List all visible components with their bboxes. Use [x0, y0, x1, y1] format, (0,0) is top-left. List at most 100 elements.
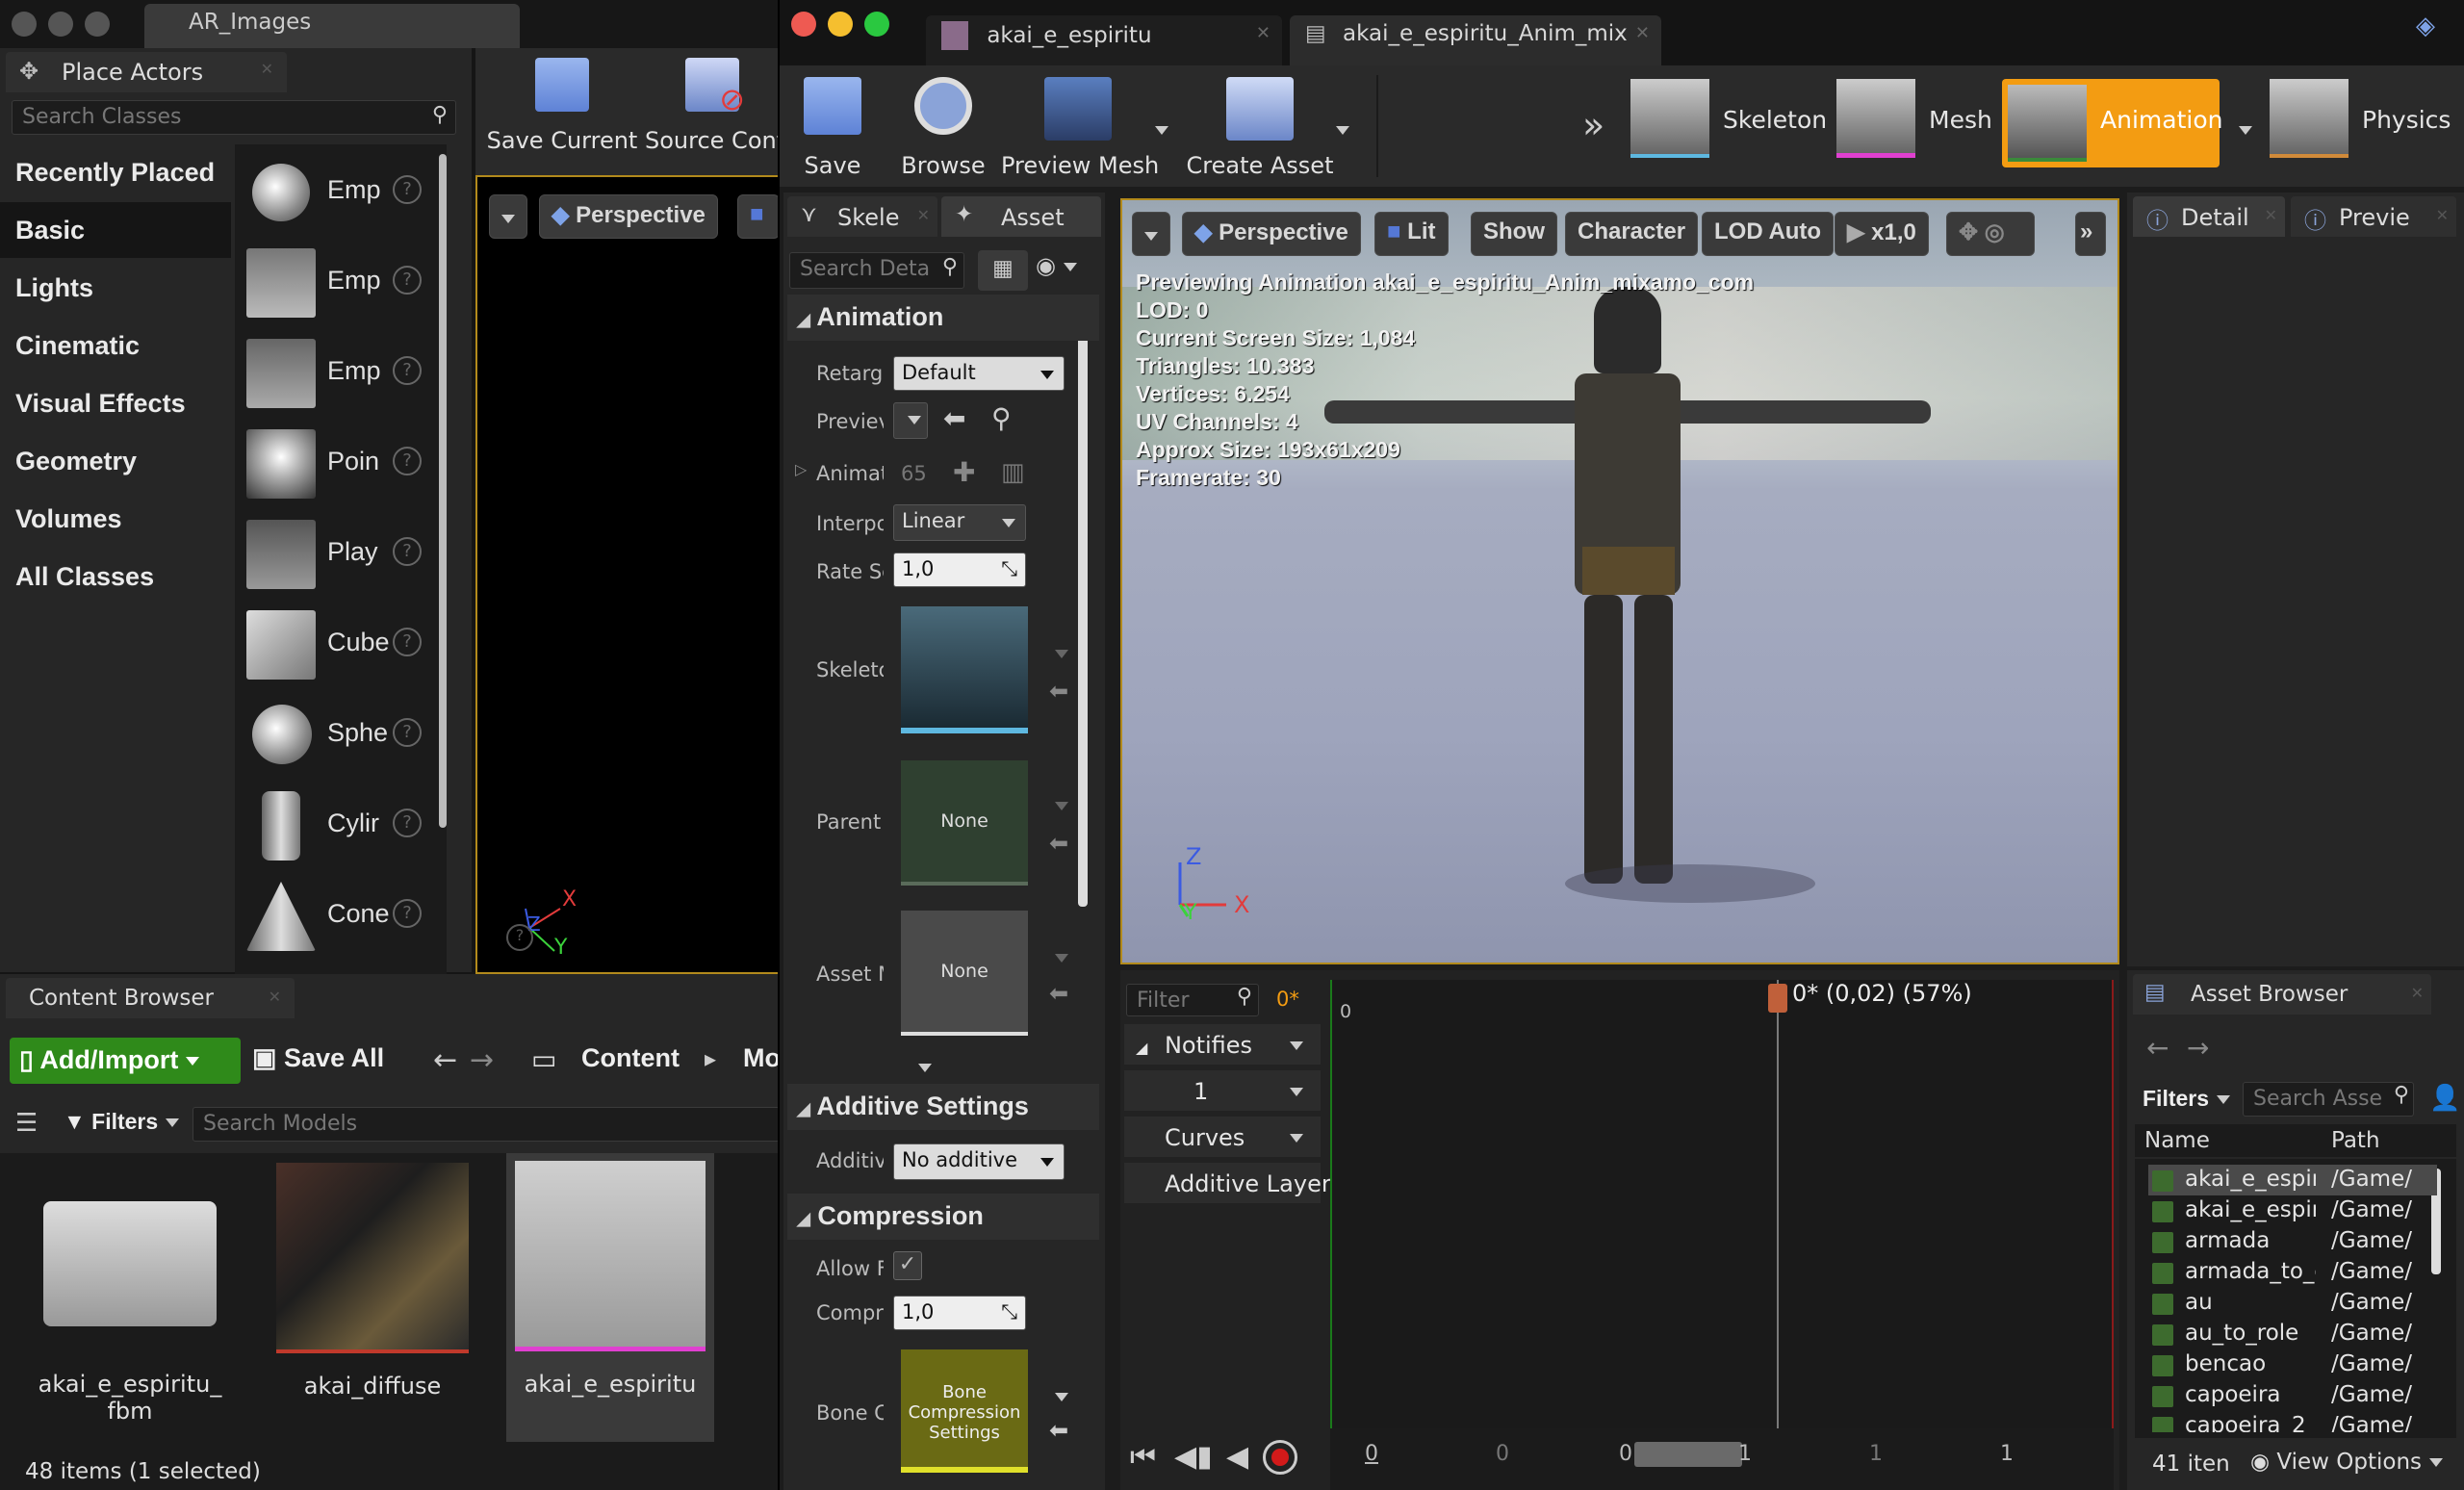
tab-close-icon[interactable]: ✕ [1256, 23, 1270, 43]
create-asset-button[interactable]: Create Asset [1178, 77, 1342, 179]
notifies-track[interactable]: ◢ Notifies [1124, 1024, 1321, 1065]
source-control-button[interactable]: ⊘ Source Cont [645, 58, 780, 164]
combo-arrow-icon[interactable] [1047, 793, 1068, 818]
add-import-button[interactable]: ▯ Add/Import [10, 1038, 241, 1084]
tab-skeletal-mesh[interactable]: akai_e_espiritu ✕ [926, 15, 1282, 65]
zoom-window-button[interactable] [85, 12, 110, 37]
lit-button[interactable]: ■ Lit [1374, 212, 1449, 256]
playhead-handle[interactable] [1767, 984, 1787, 1013]
combo-arrow-icon[interactable] [1047, 1384, 1068, 1409]
notify-track-1[interactable]: 1 [1124, 1070, 1321, 1111]
view-options-button[interactable]: ◉ View Options [2250, 1450, 2444, 1475]
category-lights[interactable]: Lights [0, 260, 231, 316]
save-all-button[interactable]: ▣ Save All [252, 1043, 384, 1086]
content-browser-close-icon[interactable]: ✕ [269, 988, 281, 1006]
back-arrow-icon[interactable]: ← [433, 1043, 457, 1077]
timeline-filter-input[interactable]: Filter ⚲ [1126, 984, 1259, 1016]
allow-frame-stripping-checkbox[interactable]: ✓ [893, 1251, 922, 1280]
asset-browser-tab[interactable]: ▤ Asset Browser ✕ [2133, 974, 2431, 1015]
help-icon[interactable]: ? [393, 899, 422, 928]
show-button[interactable]: Show [1471, 212, 1557, 256]
sources-toggle-icon[interactable]: ☰ [15, 1109, 38, 1138]
preview-mesh-dropdown-icon[interactable] [1147, 117, 1168, 142]
details-scrollbar[interactable] [1078, 300, 1088, 907]
mode-skeleton-button[interactable]: Skeleton [1630, 79, 1871, 166]
use-selected-arrow-icon[interactable]: ⬅ [1049, 1417, 1068, 1444]
asset-row[interactable]: armada_to_e/Game/ [2148, 1257, 2437, 1288]
timeline-playhead[interactable]: 0* (0,02) (57%) [1767, 980, 1972, 1428]
level-viewport[interactable]: ◆ Perspective ■ X Y Z ? [475, 175, 780, 974]
asset-row[interactable]: capoeira_2/Game/ [2148, 1411, 2437, 1432]
skeleton-asset-thumb[interactable] [901, 606, 1028, 733]
compression-ratio-input[interactable]: 1,0 ⤡ [893, 1296, 1026, 1330]
mode-mesh-button[interactable]: Mesh [1836, 79, 1992, 166]
use-selected-arrow-icon[interactable]: ⬅ [1049, 678, 1068, 705]
viewport-more-button[interactable]: » [2075, 212, 2106, 256]
asset-filters-button[interactable]: Filters [2143, 1086, 2231, 1112]
tab-close-icon[interactable]: ✕ [2411, 984, 2424, 1002]
viewport-options-dropdown[interactable] [489, 194, 527, 239]
actor-item-cube[interactable]: Cube? [246, 606, 439, 683]
help-corner-icon[interactable]: ◈ [2416, 12, 2435, 40]
tab-close-icon[interactable]: ✕ [2265, 206, 2277, 224]
retarget-select[interactable]: Default [893, 356, 1065, 391]
actor-item-sphere[interactable]: Sphe? [246, 697, 439, 774]
help-icon[interactable]: ? [506, 924, 533, 951]
help-icon[interactable]: ? [393, 266, 422, 295]
filters-button[interactable]: ▼ Filters [64, 1109, 180, 1135]
tab-close-icon[interactable]: ✕ [2436, 206, 2449, 224]
transform-toolbar[interactable]: ✥ ◎ [1946, 212, 2035, 256]
asset-row[interactable]: capoeira/Game/ [2148, 1380, 2437, 1411]
search-models-input[interactable]: Search Models [192, 1107, 780, 1142]
actor-item-empty-character[interactable]: Emp? [246, 244, 439, 321]
help-icon[interactable]: ? [393, 537, 422, 566]
additive-layer-track[interactable]: Additive Layer [1124, 1163, 1331, 1203]
skip-to-start-icon[interactable]: ⏮ [1130, 1440, 1156, 1474]
step-back-icon[interactable]: ◀▮ [1174, 1440, 1213, 1474]
playback-speed-button[interactable]: ▶ x1,0 [1835, 212, 1929, 256]
asset-details-tab[interactable]: ✦ Asset [941, 196, 1101, 237]
asset-row[interactable]: au/Game/ [2148, 1288, 2437, 1319]
use-selected-arrow-icon[interactable]: ⬅ [1049, 830, 1068, 857]
use-selected-arrow-icon[interactable]: ⬅ [1049, 980, 1068, 1007]
category-visual-effects[interactable]: Visual Effects [0, 375, 231, 431]
path-models-crumb[interactable]: Mo [743, 1043, 781, 1073]
search-icon[interactable]: ⚲ [991, 402, 1012, 434]
path-content-crumb[interactable]: Content [581, 1043, 680, 1073]
place-actors-tab[interactable]: ✥ Place Actors ✕ [6, 52, 287, 92]
tab-close-icon[interactable]: ✕ [917, 206, 930, 224]
close-window-button[interactable] [791, 12, 816, 37]
category-recently-placed[interactable]: Recently Placed [0, 144, 231, 200]
help-icon[interactable]: ? [393, 718, 422, 747]
additive-type-select[interactable]: No additive [893, 1143, 1065, 1180]
skeleton-tree-tab[interactable]: ⋎ Skelet ✕ [787, 196, 937, 237]
compression-section-header[interactable]: ◢ Compression [787, 1194, 1099, 1240]
combo-arrow-icon[interactable] [1047, 641, 1068, 666]
browse-button[interactable]: Browse [886, 77, 1001, 179]
add-icon[interactable]: ✚ [953, 456, 975, 488]
category-cinematic[interactable]: Cinematic [0, 318, 231, 373]
help-icon[interactable]: ? [393, 175, 422, 204]
forward-arrow-icon[interactable]: → [2187, 1032, 2209, 1064]
expand-arrow-icon[interactable]: ▷ [795, 460, 807, 478]
advanced-expand-icon[interactable] [918, 1055, 932, 1080]
actor-item-empty-actor[interactable]: Emp? [246, 154, 439, 231]
eye-visibility-icon[interactable]: ◉ [1036, 252, 1077, 279]
additive-settings-section-header[interactable]: ◢ Additive Settings [787, 1084, 1099, 1130]
lit-button[interactable]: ■ [737, 194, 780, 239]
category-geometry[interactable]: Geometry [0, 433, 231, 489]
zoom-window-button[interactable] [864, 12, 889, 37]
category-volumes[interactable]: Volumes [0, 491, 231, 547]
actor-item-player-start[interactable]: Play? [246, 516, 439, 593]
asset-row[interactable]: akai_e_espirit/Game/ [2148, 1195, 2437, 1226]
preview-settings-tab[interactable]: ⓘ Previe ✕ [2291, 196, 2456, 237]
property-matrix-button[interactable]: ▦ [978, 250, 1028, 291]
combo-arrow-icon[interactable] [1047, 945, 1068, 970]
close-window-button[interactable] [12, 12, 37, 37]
help-icon[interactable]: ? [393, 628, 422, 656]
asset-row[interactable]: armada/Game/ [2148, 1226, 2437, 1257]
tab-close-icon[interactable]: ✕ [1635, 23, 1650, 43]
range-scrollbar[interactable] [1634, 1442, 1742, 1467]
minimize-window-button[interactable] [828, 12, 853, 37]
search-classes-input[interactable]: Search Classes ⚲ [12, 100, 456, 135]
